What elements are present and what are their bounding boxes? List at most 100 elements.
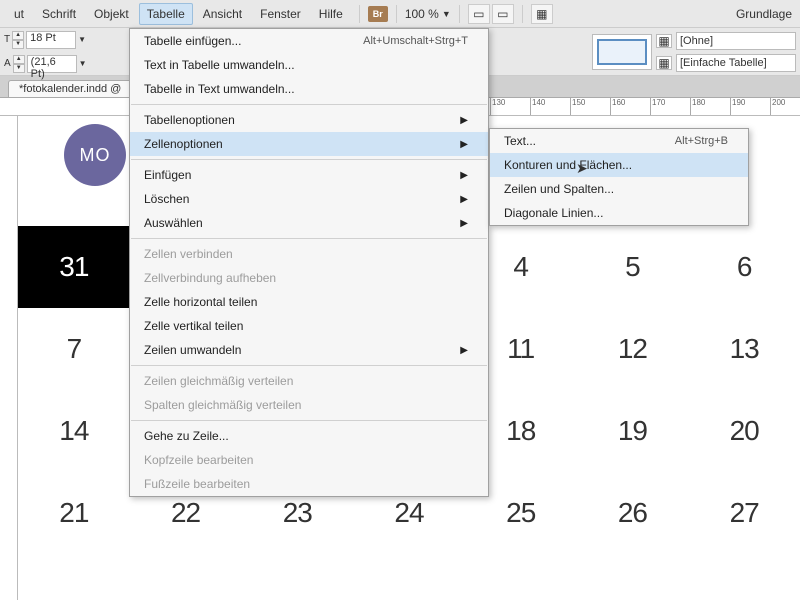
menu-item[interactable]: Gehe zu Zeile...	[130, 424, 488, 448]
menu-ansicht[interactable]: Ansicht	[195, 3, 250, 25]
menu-item-label: Zelle vertikal teilen	[144, 319, 243, 333]
menu-item[interactable]: Einfügen▶	[130, 163, 488, 187]
calendar-cell[interactable]: 19	[577, 390, 689, 472]
calendar-cell[interactable]: 26	[577, 472, 689, 554]
menu-item: Zeilen gleichmäßig verteilen	[130, 369, 488, 393]
menu-schrift[interactable]: Schrift	[34, 3, 84, 25]
calendar-cell[interactable]: 27	[688, 472, 800, 554]
menu-item: Zellverbindung aufheben	[130, 266, 488, 290]
menu-divider	[131, 104, 487, 105]
step-down-icon[interactable]: ▼	[12, 40, 24, 49]
view-mode-button[interactable]: ▭	[468, 4, 490, 24]
menu-divider	[131, 420, 487, 421]
menu-item[interactable]: Tabellenoptionen ▶	[130, 108, 488, 132]
menu-item: Zellen verbinden	[130, 242, 488, 266]
step-down-icon[interactable]: ▼	[13, 64, 25, 73]
document-tab[interactable]: *fotokalender.indd @	[8, 80, 132, 97]
menu-item[interactable]: Zeilen umwandeln▶	[130, 338, 488, 362]
ruler-tick: 160	[610, 98, 625, 116]
menu-item-label: Konturen und Flächen...	[504, 158, 632, 172]
table-style-select[interactable]: [Einfache Tabelle]	[676, 54, 796, 72]
separator	[396, 5, 397, 23]
menu-hilfe[interactable]: Hilfe	[311, 3, 351, 25]
separator	[522, 5, 523, 23]
menu-layout[interactable]: ut	[6, 3, 32, 25]
menu-item[interactable]: Zellenoptionen▶	[130, 132, 488, 156]
calendar-cell[interactable]: 20	[688, 390, 800, 472]
calendar-cell[interactable]: 12	[577, 308, 689, 390]
menu-item-label: Fußzeile bearbeiten	[144, 477, 250, 491]
step-up-icon[interactable]: ▲	[12, 31, 24, 40]
cell-style-select[interactable]: [Ohne]	[676, 32, 796, 50]
calendar-cell[interactable]: 14	[18, 390, 130, 472]
calendar-cell[interactable]: 31	[18, 226, 130, 308]
menu-divider	[131, 238, 487, 239]
menu-fenster[interactable]: Fenster	[252, 3, 309, 25]
menu-item-label: Zellen verbinden	[144, 247, 233, 261]
leading-icon: A	[4, 58, 11, 69]
vertical-ruler[interactable]	[0, 116, 18, 600]
separator	[459, 5, 460, 23]
calendar-cell[interactable]: 13	[688, 308, 800, 390]
screen-mode-button[interactable]: ▭	[492, 4, 514, 24]
menu-item[interactable]: Diagonale Linien...	[490, 201, 748, 225]
calendar-cell[interactable]: 5	[577, 226, 689, 308]
tabelle-menu: Tabelle einfügen...Alt+Umschalt+Strg+TTe…	[129, 28, 489, 497]
ruler-tick: 200	[770, 98, 785, 116]
menu-item: Spalten gleichmäßig verteilen	[130, 393, 488, 417]
menu-item[interactable]: Löschen▶	[130, 187, 488, 211]
menu-item-label: Zellenoptionen	[144, 137, 223, 151]
menu-item[interactable]: Konturen und Flächen...	[490, 153, 748, 177]
menu-item[interactable]: Zelle vertikal teilen	[130, 314, 488, 338]
menu-divider	[131, 365, 487, 366]
font-size-field[interactable]: T ▲▼ 18 Pt ▼	[4, 30, 87, 50]
menu-item-label: Zelle horizontal teilen	[144, 295, 257, 309]
cell-style-icon[interactable]: ▦	[656, 34, 672, 48]
submenu-arrow-icon: ▶	[460, 170, 468, 181]
submenu-arrow-icon: ▶	[460, 115, 468, 126]
menu-item-label: Zellverbindung aufheben	[144, 271, 276, 285]
ruler-tick: 190	[730, 98, 745, 116]
menu-item-label: Tabelle in Text umwandeln...	[144, 82, 295, 96]
calendar-cell[interactable]: 6	[688, 226, 800, 308]
arrange-button[interactable]: ▦	[531, 4, 553, 24]
menu-item[interactable]: Auswählen▶	[130, 211, 488, 235]
cell-stroke-preview[interactable]	[592, 34, 652, 70]
menu-item-label: Text...	[504, 134, 536, 148]
menu-divider	[131, 159, 487, 160]
menu-item[interactable]: Text in Tabelle umwandeln...	[130, 53, 488, 77]
separator	[359, 5, 360, 23]
leading-field[interactable]: A ▲▼ (21,6 Pt) ▼	[4, 54, 87, 74]
menubar: ut Schrift Objekt Tabelle Ansicht Fenste…	[0, 0, 800, 28]
step-up-icon[interactable]: ▲	[13, 55, 25, 64]
submenu-arrow-icon: ▶	[460, 345, 468, 356]
submenu-arrow-icon: ▶	[460, 194, 468, 205]
menu-item[interactable]: Zeilen und Spalten...	[490, 177, 748, 201]
bridge-icon[interactable]: Br	[368, 6, 388, 22]
font-size-input[interactable]: 18 Pt	[26, 31, 76, 49]
menu-item: Fußzeile bearbeiten	[130, 472, 488, 496]
workspace-label[interactable]: Grundlage	[736, 7, 800, 21]
calendar-cell[interactable]: 7	[18, 308, 130, 390]
leading-input[interactable]: (21,6 Pt)	[27, 55, 77, 73]
menu-tabelle[interactable]: Tabelle	[139, 3, 193, 25]
menu-item[interactable]: Zelle horizontal teilen	[130, 290, 488, 314]
menu-item-label: Spalten gleichmäßig verteilen	[144, 398, 301, 412]
menu-item: Kopfzeile bearbeiten	[130, 448, 488, 472]
chevron-down-icon[interactable]: ▼	[78, 35, 86, 44]
menu-item-label: Tabellenoptionen	[144, 113, 235, 127]
menu-item[interactable]: Tabelle einfügen...Alt+Umschalt+Strg+T	[130, 29, 488, 53]
ruler-tick: 130	[490, 98, 505, 116]
menu-item-label: Kopfzeile bearbeiten	[144, 453, 253, 467]
menu-item[interactable]: Text...Alt+Strg+B	[490, 129, 748, 153]
ruler-tick: 140	[530, 98, 545, 116]
calendar-cell[interactable]: 21	[18, 472, 130, 554]
chevron-down-icon[interactable]: ▼	[79, 59, 87, 68]
menu-objekt[interactable]: Objekt	[86, 3, 137, 25]
ruler-tick: 150	[570, 98, 585, 116]
table-style-icon[interactable]: ▦	[656, 56, 672, 70]
weekday-badge: MO	[64, 124, 126, 186]
chevron-down-icon: ▼	[442, 9, 451, 19]
menu-item[interactable]: Tabelle in Text umwandeln...	[130, 77, 488, 101]
zoom-level[interactable]: 100 %▼	[405, 7, 451, 21]
